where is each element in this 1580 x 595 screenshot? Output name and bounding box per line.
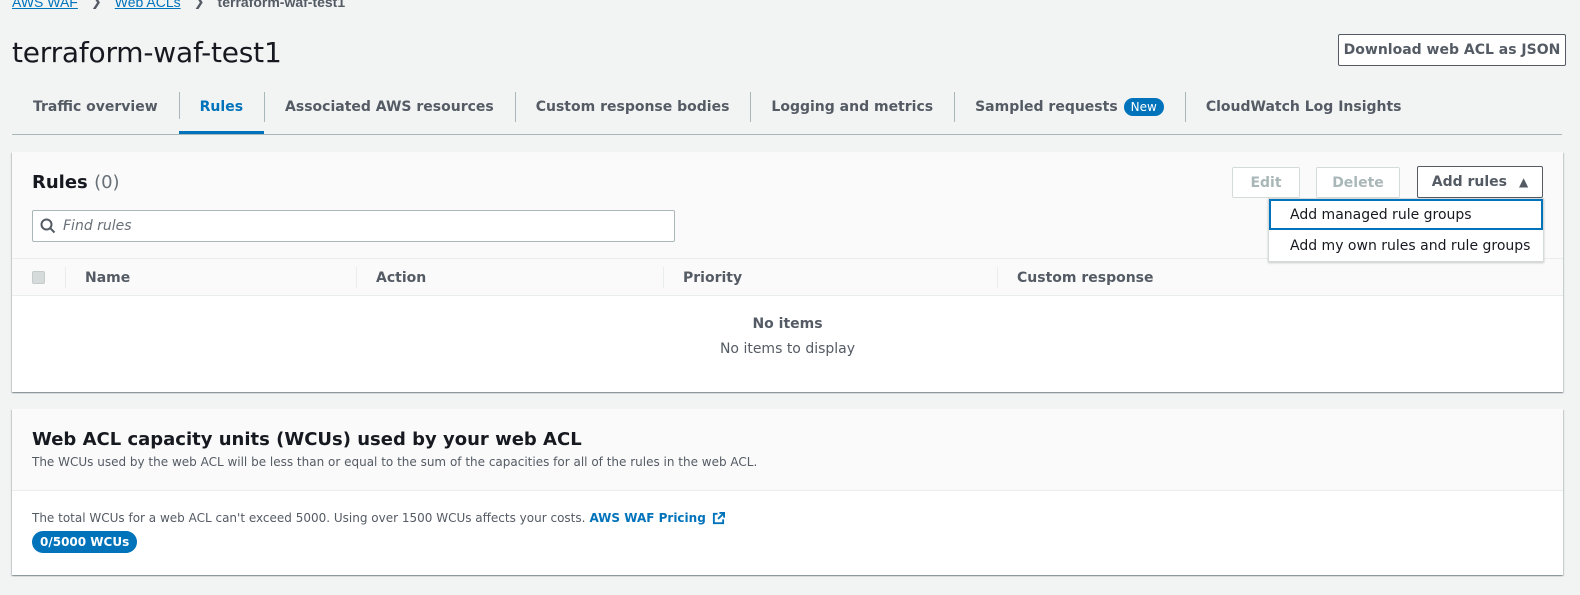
wcu-panel-header: Web ACL capacity units (WCUs) used by yo… — [12, 409, 1563, 491]
delete-button[interactable]: Delete — [1316, 167, 1400, 198]
tab-traffic-overview[interactable]: Traffic overview — [12, 80, 179, 134]
find-rules-search — [32, 210, 675, 242]
tab-bar: Traffic overview Rules Associated AWS re… — [12, 80, 1562, 135]
column-action[interactable]: Action — [356, 259, 426, 296]
breadcrumb-web-acls-link[interactable]: Web ACLs — [115, 0, 181, 10]
tab-label: Associated AWS resources — [285, 99, 494, 115]
tab-label: Traffic overview — [33, 99, 158, 115]
wcu-description: The WCUs used by the web ACL will be les… — [32, 455, 758, 469]
chevron-right-icon: ❯ — [193, 0, 205, 9]
select-all-checkbox[interactable] — [32, 271, 45, 284]
wcu-note-text: The total WCUs for a web ACL can't excee… — [32, 511, 586, 525]
wcu-usage-badge: 0/5000 WCUs — [32, 531, 138, 553]
wcu-panel-body: The total WCUs for a web ACL can't excee… — [12, 491, 1563, 553]
new-badge: New — [1123, 98, 1164, 116]
rules-count: (0) — [94, 172, 120, 193]
tab-rules[interactable]: Rules — [178, 80, 265, 134]
wcu-title: Web ACL capacity units (WCUs) used by yo… — [32, 429, 582, 450]
column-priority[interactable]: Priority — [663, 259, 742, 296]
tab-associated-aws-resources[interactable]: Associated AWS resources — [264, 80, 515, 134]
breadcrumb-aws-waf-link[interactable]: AWS WAF — [12, 0, 78, 10]
breadcrumb-current: terraform-waf-test1 — [217, 0, 346, 10]
rules-table-header: Name Action Priority Custom response — [12, 259, 1563, 296]
rules-panel: Rules (0) Edit Delete Add rules ▲ Name A… — [12, 152, 1563, 392]
empty-state: No items No items to display — [12, 316, 1563, 357]
select-all-cell — [12, 259, 45, 296]
chevron-right-icon: ❯ — [90, 0, 102, 9]
find-rules-input[interactable] — [63, 218, 674, 234]
wcu-panel: Web ACL capacity units (WCUs) used by yo… — [12, 409, 1563, 575]
rules-heading: Rules (0) — [32, 172, 120, 193]
page-title: terraform-waf-test1 — [12, 36, 282, 69]
search-icon — [33, 218, 63, 234]
menu-item-add-own-rules[interactable]: Add my own rules and rule groups — [1269, 230, 1543, 261]
rules-title: Rules — [32, 172, 88, 193]
edit-button[interactable]: Edit — [1232, 167, 1300, 198]
tab-cloudwatch-log-insights[interactable]: CloudWatch Log Insights — [1184, 80, 1423, 134]
tab-label: Rules — [199, 99, 244, 115]
breadcrumb: AWS WAF ❯ Web ACLs ❯ terraform-waf-test1 — [12, 0, 345, 10]
external-link-icon — [712, 511, 725, 524]
download-json-button[interactable]: Download web ACL as JSON — [1338, 34, 1566, 66]
tab-logging-and-metrics[interactable]: Logging and metrics — [750, 80, 954, 134]
tab-label: Sampled requests — [975, 99, 1118, 115]
add-rules-menu: Add managed rule groups Add my own rules… — [1268, 198, 1544, 262]
tab-label: Custom response bodies — [535, 99, 730, 115]
column-custom-response[interactable]: Custom response — [997, 259, 1154, 296]
aws-waf-pricing-link[interactable]: AWS WAF Pricing — [589, 511, 725, 525]
wcu-note: The total WCUs for a web ACL can't excee… — [32, 511, 1543, 525]
add-rules-label: Add rules — [1431, 174, 1507, 190]
column-name[interactable]: Name — [65, 259, 130, 296]
tab-sampled-requests[interactable]: Sampled requests New — [954, 80, 1185, 134]
pricing-link-label: AWS WAF Pricing — [589, 511, 706, 525]
add-rules-button[interactable]: Add rules ▲ — [1417, 166, 1543, 198]
menu-item-add-managed-rule-groups[interactable]: Add managed rule groups — [1269, 199, 1543, 230]
empty-title: No items — [752, 316, 823, 332]
tab-label: CloudWatch Log Insights — [1205, 99, 1402, 115]
empty-description: No items to display — [719, 341, 856, 357]
tab-custom-response-bodies[interactable]: Custom response bodies — [514, 80, 751, 134]
caret-up-icon: ▲ — [1519, 175, 1529, 189]
tab-label: Logging and metrics — [771, 99, 934, 115]
